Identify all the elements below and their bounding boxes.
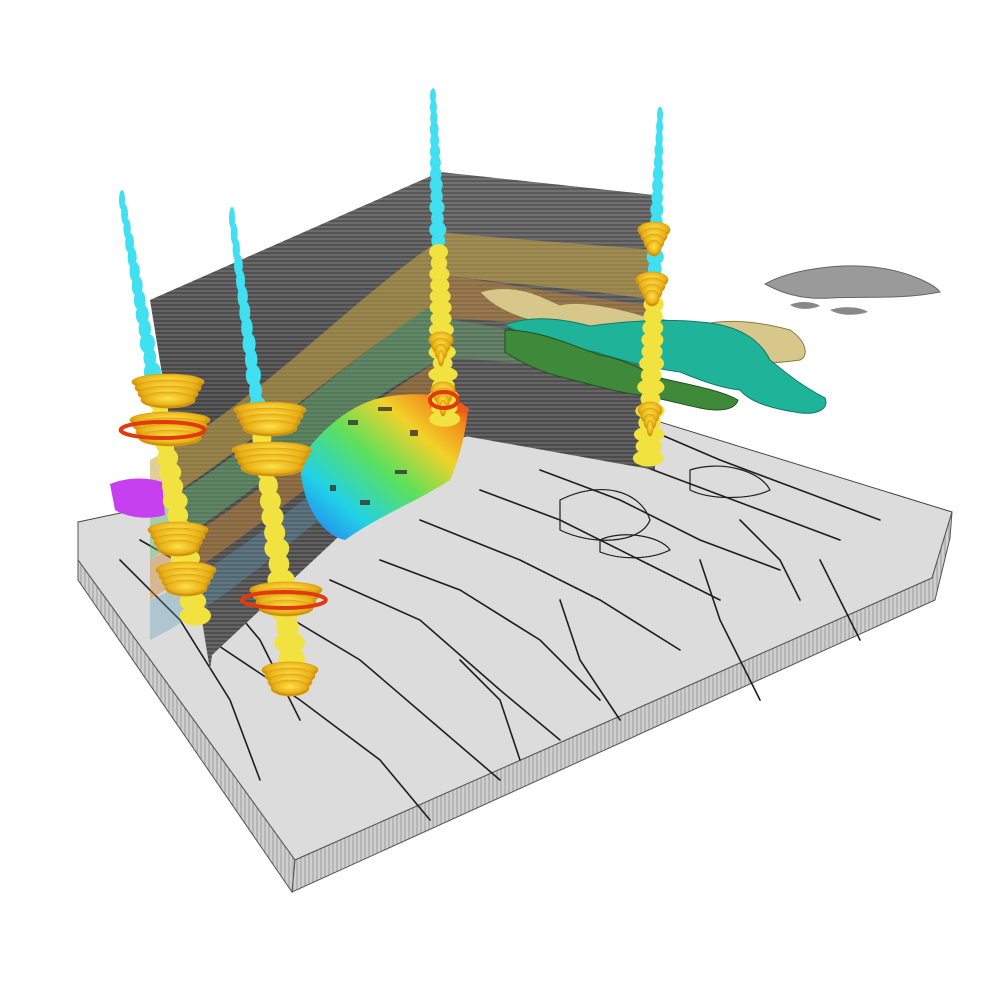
well-log-disc bbox=[646, 239, 662, 257]
well-log-disc bbox=[140, 391, 196, 409]
well-log-disc bbox=[270, 679, 310, 697]
well-log-disc bbox=[240, 459, 304, 477]
gray-fragments bbox=[763, 265, 941, 315]
well-log-disc bbox=[164, 579, 208, 597]
well-log-disc bbox=[646, 419, 654, 437]
well-log-segment bbox=[632, 449, 664, 467]
well-log-disc bbox=[156, 539, 200, 557]
well-log-disc bbox=[242, 419, 298, 437]
well-log-disc bbox=[644, 289, 660, 307]
well-log-segment bbox=[179, 605, 212, 626]
seismic-3d-scene bbox=[77, 88, 953, 894]
magenta-body bbox=[110, 478, 165, 518]
well-log-disc bbox=[437, 349, 445, 367]
